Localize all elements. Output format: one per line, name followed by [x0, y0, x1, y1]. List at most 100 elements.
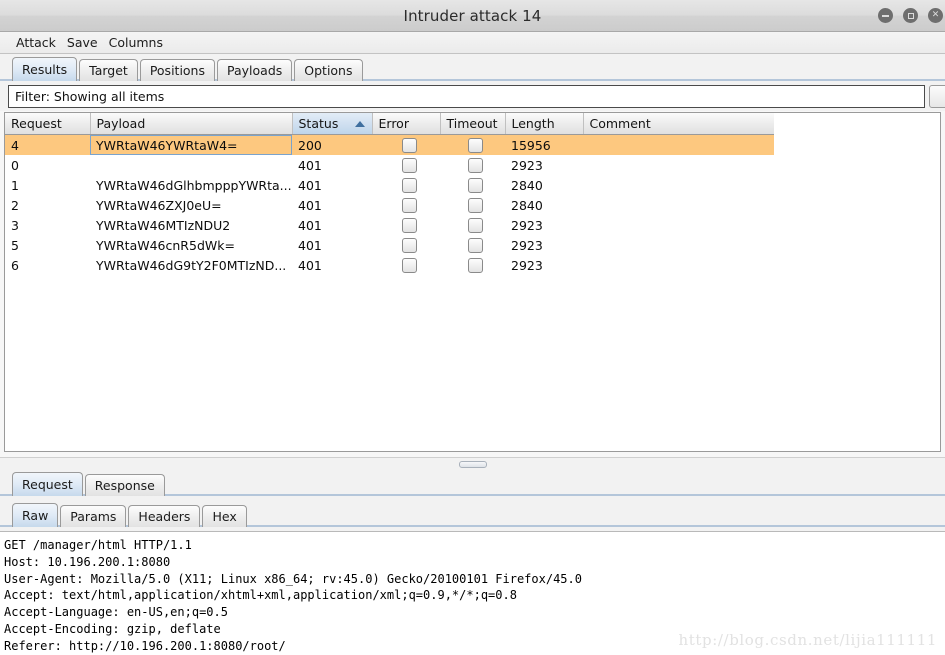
- tab-headers[interactable]: Headers: [128, 505, 201, 527]
- results-table-container: Request Payload Status Error Timeout Len…: [4, 112, 941, 452]
- menu-item-columns[interactable]: Columns: [104, 33, 169, 52]
- cell-payload: YWRtaW46dG9tY2F0MTIzND...: [96, 257, 287, 273]
- request-editor[interactable]: GET /manager/html HTTP/1.1 Host: 10.196.2…: [0, 531, 945, 655]
- cell-comment: [583, 175, 774, 195]
- request-line: Accept-Language: en-US,en;q=0.5: [4, 604, 945, 621]
- timeout-cell: [440, 155, 505, 175]
- cell-comment: [583, 235, 774, 255]
- filter-bar-text: Filter: Showing all items: [15, 89, 165, 104]
- error-checkbox[interactable]: [401, 198, 417, 213]
- column-header-length[interactable]: Length: [505, 113, 584, 135]
- cell-length: 15956: [505, 134, 583, 155]
- timeout-cell: [440, 134, 505, 155]
- tab-options-label: Options: [304, 63, 353, 78]
- error-checkbox[interactable]: [401, 158, 417, 173]
- tab-positions-label: Positions: [149, 63, 205, 78]
- table-row[interactable]: 0 401 2923: [5, 155, 774, 175]
- view-tabstrip: Raw Params Headers Hex: [0, 501, 945, 527]
- timeout-checkbox[interactable]: [468, 138, 483, 153]
- request-text-token: Host: 10.196.200.1:8080: [4, 554, 171, 569]
- filter-options-button[interactable]: [929, 85, 945, 108]
- tab-payloads-label: Payloads: [227, 63, 283, 78]
- timeout-checkbox[interactable]: [468, 158, 483, 173]
- table-row[interactable]: 6 YWRtaW46dG9tY2F0MTIzND... 401 2923: [5, 255, 774, 275]
- column-header-comment[interactable]: Comment: [583, 113, 774, 135]
- request-text-token: User-Agent: Mozilla/5.0 (X11; Linux x86_…: [4, 571, 582, 586]
- tab-params-label: Params: [70, 509, 117, 524]
- timeout-checkbox[interactable]: [468, 258, 483, 273]
- cell-request: 2: [11, 197, 19, 213]
- window-controls: ✕: [878, 0, 943, 31]
- request-text-token: Accept-Encoding: gzip, deflate: [4, 621, 221, 636]
- error-checkbox[interactable]: [401, 178, 417, 193]
- tab-hex[interactable]: Hex: [202, 505, 247, 527]
- tab-payloads[interactable]: Payloads: [217, 59, 293, 81]
- tab-target-label: Target: [89, 63, 128, 78]
- cell-comment: [583, 195, 774, 215]
- column-header-error[interactable]: Error: [372, 113, 441, 135]
- message-tabstrip: Request Response: [0, 469, 945, 496]
- cell-length: 2923: [511, 237, 543, 253]
- timeout-cell: [440, 175, 505, 195]
- tab-response[interactable]: Response: [84, 474, 165, 496]
- error-cell: [372, 255, 440, 275]
- table-row[interactable]: 2 YWRtaW46ZXJ0eU= 401 2840: [5, 195, 774, 215]
- timeout-checkbox[interactable]: [468, 238, 483, 253]
- timeout-checkbox[interactable]: [468, 178, 483, 193]
- tab-results-label: Results: [22, 62, 68, 77]
- cell-length: 2840: [511, 197, 543, 213]
- message-panel: Request Response Raw Params Headers Hex …: [0, 469, 945, 655]
- table-row[interactable]: 4 YWRtaW46YWRtaW4= 200 15956: [5, 134, 774, 155]
- timeout-checkbox[interactable]: [468, 198, 483, 213]
- tab-request[interactable]: Request: [12, 472, 83, 496]
- request-line: Referer: http://10.196.200.1:8080/root/: [4, 638, 945, 655]
- error-cell: [372, 215, 440, 235]
- tab-results[interactable]: Results: [12, 57, 78, 81]
- error-cell: [372, 175, 440, 195]
- column-header-payload[interactable]: Payload: [90, 113, 293, 135]
- cell-payload: YWRtaW46ZXJ0eU=: [96, 197, 222, 213]
- timeout-checkbox[interactable]: [468, 218, 483, 233]
- error-checkbox[interactable]: [401, 218, 417, 233]
- tab-target[interactable]: Target: [79, 59, 138, 81]
- splitter-grip[interactable]: [458, 460, 487, 468]
- menu-item-attack[interactable]: Attack: [11, 33, 62, 52]
- cell-payload: YWRtaW46dGlhbmpppYWRta...: [96, 177, 292, 193]
- results-table: Request Payload Status Error Timeout Len…: [5, 113, 774, 275]
- menu-item-save[interactable]: Save: [62, 33, 104, 52]
- minimize-button[interactable]: [878, 8, 893, 23]
- column-header-status[interactable]: Status: [292, 113, 373, 135]
- tab-hex-label: Hex: [212, 509, 237, 524]
- table-row[interactable]: 5 YWRtaW46cnR5dWk= 401 2923: [5, 235, 774, 255]
- request-text-token: Referer: http://10.196.200.1:8080/root/: [4, 638, 286, 653]
- filter-bar[interactable]: Filter: Showing all items: [8, 85, 925, 108]
- column-header-status-label: Status: [298, 116, 339, 131]
- sort-ascending-icon: [354, 120, 365, 127]
- cell-status: 401: [298, 257, 322, 273]
- cell-request: 4: [5, 134, 90, 155]
- tab-raw[interactable]: Raw: [12, 503, 59, 527]
- table-row[interactable]: 1 YWRtaW46dGlhbmpppYWRta... 401 2840: [5, 175, 774, 195]
- tab-options[interactable]: Options: [294, 59, 363, 81]
- cell-status: 401: [298, 237, 322, 253]
- tab-params[interactable]: Params: [60, 505, 127, 527]
- cell-comment: [583, 134, 774, 155]
- cell-status: 401: [298, 197, 322, 213]
- tab-positions[interactable]: Positions: [139, 59, 215, 81]
- error-checkbox[interactable]: [401, 258, 417, 273]
- column-header-timeout[interactable]: Timeout: [440, 113, 506, 135]
- timeout-cell: [440, 195, 505, 215]
- window-title: Intruder attack 14: [403, 6, 542, 25]
- close-button[interactable]: ✕: [928, 8, 943, 23]
- cell-request: 0: [11, 157, 19, 173]
- maximize-button[interactable]: [903, 8, 918, 23]
- error-checkbox[interactable]: [401, 138, 417, 153]
- request-text-token: Accept: text/html,application/xhtml+xml,…: [4, 588, 517, 603]
- column-header-request[interactable]: Request: [5, 113, 91, 135]
- tab-headers-label: Headers: [138, 509, 191, 524]
- error-checkbox[interactable]: [401, 238, 417, 253]
- table-row[interactable]: 3 YWRtaW46MTIzNDU2 401 2923: [5, 215, 774, 235]
- cell-request: 6: [11, 257, 19, 273]
- request-text-token: Accept-Language: en-US,en;q=0.5: [4, 605, 228, 620]
- cell-length: 2923: [511, 217, 543, 233]
